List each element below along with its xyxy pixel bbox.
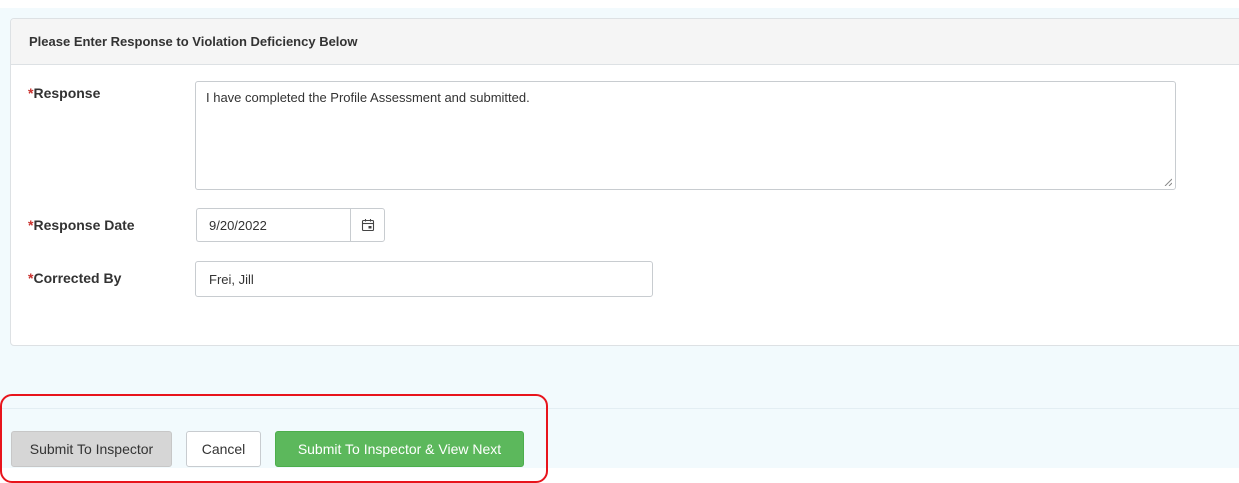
response-textarea[interactable]: I have completed the Profile Assessment … <box>195 81 1176 190</box>
calendar-icon <box>361 219 374 232</box>
resize-handle-icon[interactable] <box>1164 178 1172 186</box>
highlight-annotation <box>0 394 548 483</box>
corrected-by-label: *Corrected By <box>28 270 121 286</box>
response-date-input[interactable]: 9/20/2022 <box>196 208 350 242</box>
response-date-label-text: Response Date <box>33 217 135 233</box>
response-text: I have completed the Profile Assessment … <box>206 90 530 105</box>
panel-heading: Please Enter Response to Violation Defic… <box>11 19 1239 65</box>
corrected-by-label-text: Corrected By <box>33 270 122 286</box>
response-label-text: Response <box>33 85 101 101</box>
response-date-group: 9/20/2022 <box>196 208 385 242</box>
response-label: *Response <box>28 85 100 101</box>
calendar-button[interactable] <box>350 208 385 242</box>
response-date-label: *Response Date <box>28 217 135 233</box>
corrected-by-input[interactable]: Frei, Jill <box>195 261 653 297</box>
